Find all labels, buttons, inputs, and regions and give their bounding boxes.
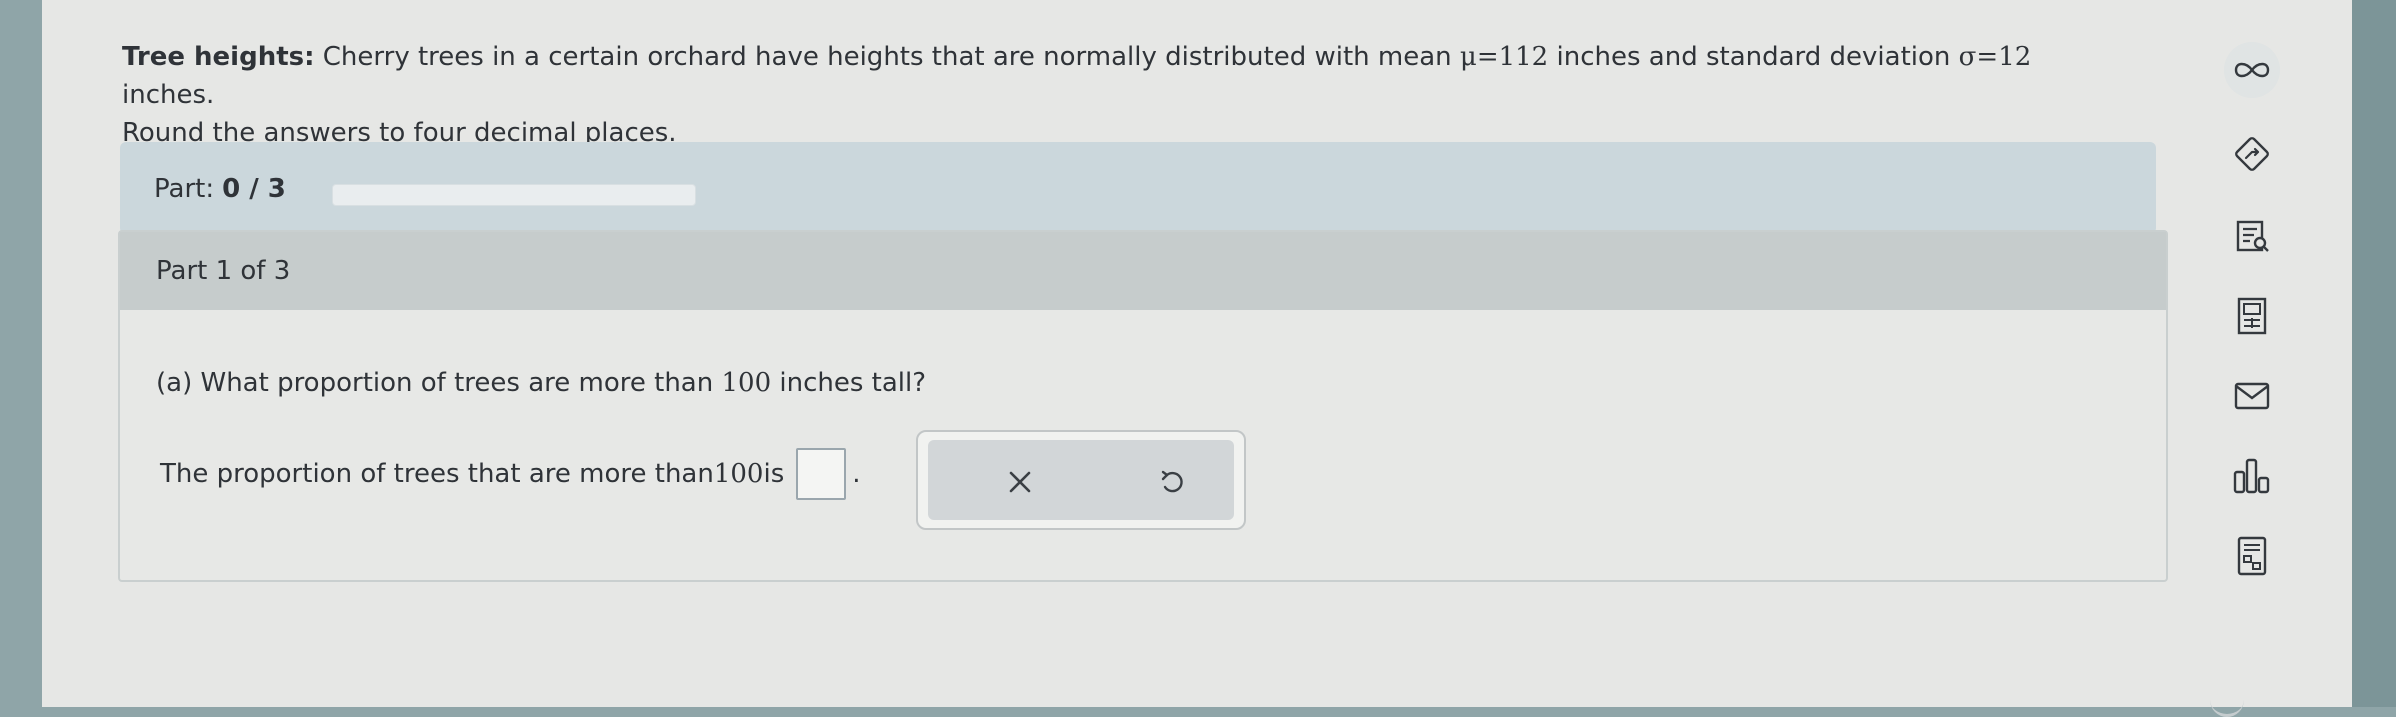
answer-actions-panel [928, 440, 1234, 520]
infinity-button[interactable] [2224, 42, 2280, 98]
answer-actions [916, 430, 1246, 530]
part-progress-value: 0 / 3 [222, 174, 286, 204]
part-progress-label: Part: 0 / 3 [154, 174, 286, 204]
part-progress-bar: Part: 0 / 3 [120, 142, 2156, 234]
problem-text-1: Cherry trees in a certain orchard have h… [322, 42, 1460, 72]
problem-title: Tree heights: [122, 42, 315, 72]
calculator-icon [2237, 297, 2267, 335]
mu-symbol: μ [1459, 42, 1477, 72]
compass-button[interactable] [2224, 126, 2280, 182]
answer-input[interactable] [796, 448, 847, 500]
part-header: Part 1 of 3 [120, 232, 2166, 310]
problem-line-1: Tree heights: Cherry trees in a certain … [122, 38, 2122, 114]
compass-icon [2235, 137, 2269, 171]
bar-chart-button[interactable] [2224, 448, 2280, 504]
lookup-button[interactable] [2224, 208, 2280, 264]
question-prefix: (a) What proportion of trees are more th… [156, 368, 722, 398]
answer-prefix: The proportion of trees that are more th… [160, 459, 714, 489]
bar-chart-icon [2233, 458, 2270, 494]
loading-spinner [2210, 692, 2244, 717]
lookup-icon [2236, 220, 2269, 252]
answer-is: is [763, 459, 785, 489]
answer-number: 100 [713, 459, 764, 489]
calculator-button[interactable] [2224, 288, 2280, 344]
clear-button[interactable] [998, 460, 1042, 504]
mail-button[interactable] [2224, 368, 2280, 424]
answer-period: . [852, 459, 861, 489]
problem-statement: Tree heights: Cherry trees in a certain … [122, 38, 2122, 152]
question-text: (a) What proportion of trees are more th… [156, 368, 926, 398]
question-number: 100 [721, 368, 772, 398]
part-header-label: Part 1 of 3 [156, 256, 291, 286]
data-table-icon [2237, 536, 2267, 576]
sigma-symbol: σ [1958, 42, 1977, 72]
problem-text-2: inches and standard deviation [1548, 42, 1959, 72]
problem-text-3: inches. [122, 80, 215, 110]
undo-icon [1161, 470, 1183, 493]
infinity-icon [2234, 62, 2270, 78]
undo-button[interactable] [1150, 460, 1194, 504]
part-label: Part: [154, 174, 215, 204]
mu-value: =112 [1476, 42, 1549, 72]
question-suffix: inches tall? [771, 368, 927, 398]
data-table-button[interactable] [2224, 528, 2280, 584]
x-icon [1009, 471, 1031, 493]
mail-icon [2234, 382, 2270, 410]
answer-line: The proportion of trees that are more th… [160, 448, 861, 500]
sigma-value: =12 [1976, 42, 2032, 72]
background-edge [2352, 0, 2396, 707]
progress-track [332, 184, 696, 206]
